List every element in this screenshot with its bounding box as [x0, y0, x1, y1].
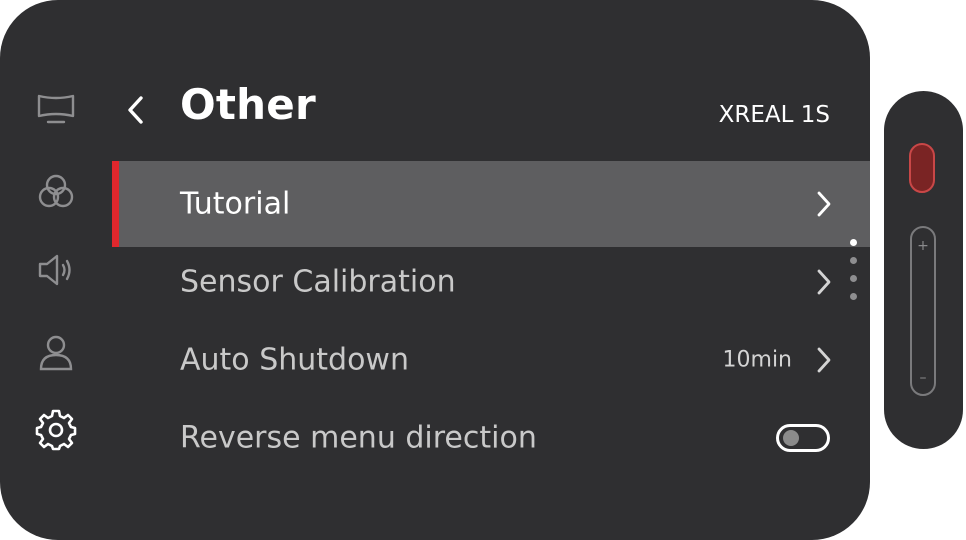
chevron-right-icon: [817, 269, 831, 295]
toggle-knob: [783, 430, 799, 446]
menu-item-sensor-calibration[interactable]: Sensor Calibration: [112, 239, 870, 325]
reverse-direction-toggle[interactable]: [776, 424, 830, 452]
display-icon[interactable]: [34, 86, 78, 130]
menu-item-label: Auto Shutdown: [180, 342, 409, 378]
volume-up-symbol[interactable]: +: [912, 238, 934, 254]
menu-item-auto-shutdown[interactable]: Auto Shutdown 10min: [112, 317, 870, 403]
volume-rocker[interactable]: + –: [910, 226, 936, 396]
volume-down-symbol[interactable]: –: [912, 370, 934, 386]
settings-panel: Other XREAL 1S Tutorial Sensor Calibrati…: [0, 0, 870, 540]
stage: Other XREAL 1S Tutorial Sensor Calibrati…: [0, 0, 966, 540]
auto-shutdown-value: 10min: [722, 347, 792, 373]
back-button[interactable]: [118, 88, 154, 132]
menu-item-tutorial[interactable]: Tutorial: [112, 161, 870, 247]
menu-item-label: Reverse menu direction: [180, 420, 537, 456]
selection-indicator: [112, 161, 119, 247]
page-dot: [850, 293, 857, 300]
speaker-icon[interactable]: [34, 248, 78, 292]
menu-item-reverse-menu-direction[interactable]: Reverse menu direction: [112, 395, 870, 481]
power-button[interactable]: [909, 143, 935, 193]
page-dot: [850, 275, 857, 282]
device-name: XREAL 1S: [718, 102, 830, 128]
page-dot: [850, 257, 857, 264]
page-title: Other: [180, 80, 316, 129]
color-circles-icon[interactable]: [34, 169, 78, 213]
page-dot: [850, 239, 857, 246]
menu-item-label: Sensor Calibration: [180, 264, 456, 300]
side-remote: + –: [884, 91, 963, 449]
chevron-right-icon: [817, 347, 831, 373]
chevron-right-icon: [817, 191, 831, 217]
menu-item-label: Tutorial: [180, 186, 291, 222]
chevron-left-icon: [128, 96, 143, 124]
user-icon[interactable]: [34, 330, 78, 374]
gear-icon[interactable]: [34, 408, 78, 452]
